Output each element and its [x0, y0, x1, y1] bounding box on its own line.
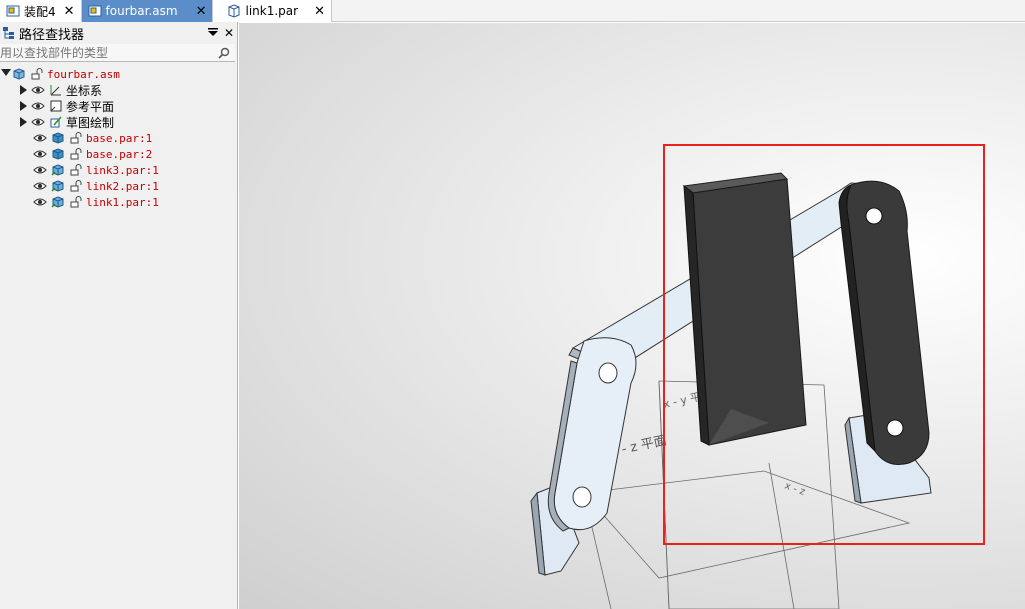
tree-item-root[interactable]: fourbar.asm: [0, 66, 237, 82]
assembly-icon: [11, 67, 27, 81]
panel-close-icon[interactable]: ✕: [221, 26, 237, 40]
lock-icon: [68, 179, 84, 193]
eye-icon[interactable]: [32, 163, 48, 177]
reference-plane-icon: [48, 99, 64, 113]
lock-icon: [29, 67, 45, 81]
pathfinder-tree: fourbar.asm 坐标系 参考平面 草图绘制 base.par:1 bas…: [0, 62, 237, 210]
assembly-icon: [6, 5, 20, 17]
part-icon: [228, 4, 240, 18]
close-icon[interactable]: ✕: [64, 5, 75, 18]
tree-item-reference-planes[interactable]: 参考平面: [0, 98, 237, 114]
tree-item-label: link1.par:1: [86, 195, 159, 209]
link-left[interactable]: [547, 337, 637, 532]
selection-highlight-box: [663, 144, 985, 545]
eye-icon[interactable]: [30, 99, 46, 113]
tree-item-part[interactable]: link1.par:1: [0, 194, 237, 210]
eye-icon[interactable]: [32, 131, 48, 145]
lock-icon: [68, 131, 84, 145]
tab-label: 装配4: [24, 4, 56, 19]
panel-header: 路径查找器 ✕: [0, 22, 237, 44]
tree-item-label: 草图绘制: [66, 115, 115, 130]
tree-item-label: base.par:2: [86, 147, 153, 161]
tree-item-part[interactable]: base.par:1: [0, 130, 237, 146]
part-icon: [50, 147, 66, 161]
tree-item-part[interactable]: link3.par:1: [0, 162, 237, 178]
eye-icon[interactable]: [32, 147, 48, 161]
tree-item-sketches[interactable]: 草图绘制: [0, 114, 237, 130]
3d-viewport[interactable]: y - z 平面 x - y 平面 x - z: [239, 23, 1025, 609]
tree-item-label: link2.par:1: [86, 179, 159, 193]
tab-label: link1.par: [245, 4, 299, 18]
close-icon[interactable]: ✕: [196, 5, 207, 18]
eye-icon[interactable]: [30, 83, 46, 97]
tab-assembly4[interactable]: 装配4 ✕: [0, 0, 82, 22]
tree-item-label: link3.par:1: [86, 163, 159, 177]
lock-icon: [68, 195, 84, 209]
tree-item-coordinate-systems[interactable]: 坐标系: [0, 82, 237, 98]
expand-arrow-icon[interactable]: [1, 69, 11, 79]
assembly-icon: [88, 5, 102, 17]
coordinate-system-icon: [48, 83, 64, 97]
sketch-icon: [48, 115, 64, 129]
part-icon: [50, 131, 66, 145]
search-bar: [0, 44, 235, 62]
tree-item-label: base.par:1: [86, 131, 153, 145]
pathfinder-panel: 路径查找器 ✕ fourbar.asm 坐标系 参考平面: [0, 22, 238, 609]
search-icon[interactable]: [217, 46, 231, 60]
tab-label: fourbar.asm: [105, 4, 178, 18]
tree-item-label: 坐标系: [66, 83, 103, 98]
tree-item-part[interactable]: link2.par:1: [0, 178, 237, 194]
tree-item-label: 参考平面: [66, 99, 115, 114]
close-icon[interactable]: ✕: [314, 5, 325, 18]
collapse-arrow-icon[interactable]: [20, 117, 28, 127]
part-icon: [50, 195, 66, 209]
eye-icon[interactable]: [32, 179, 48, 193]
pathfinder-icon: [3, 27, 14, 39]
panel-title: 路径查找器: [19, 27, 85, 43]
collapse-arrow-icon[interactable]: [20, 101, 28, 111]
tab-fourbar-asm[interactable]: fourbar.asm ✕: [81, 0, 214, 22]
part-icon: [50, 163, 66, 177]
collapse-arrow-icon[interactable]: [20, 85, 28, 95]
eye-icon[interactable]: [32, 195, 48, 209]
search-input[interactable]: [0, 45, 217, 60]
part-icon: [50, 179, 66, 193]
eye-icon[interactable]: [30, 115, 46, 129]
lock-icon: [68, 163, 84, 177]
lock-icon: [68, 147, 84, 161]
panel-menu-icon[interactable]: [205, 26, 221, 40]
tree-item-part[interactable]: base.par:2: [0, 146, 237, 162]
document-tab-bar: 装配4 ✕ fourbar.asm ✕ link1.par ✕: [0, 0, 1025, 22]
tree-item-label: fourbar.asm: [47, 67, 120, 81]
tab-link1-par[interactable]: link1.par ✕: [213, 0, 332, 22]
